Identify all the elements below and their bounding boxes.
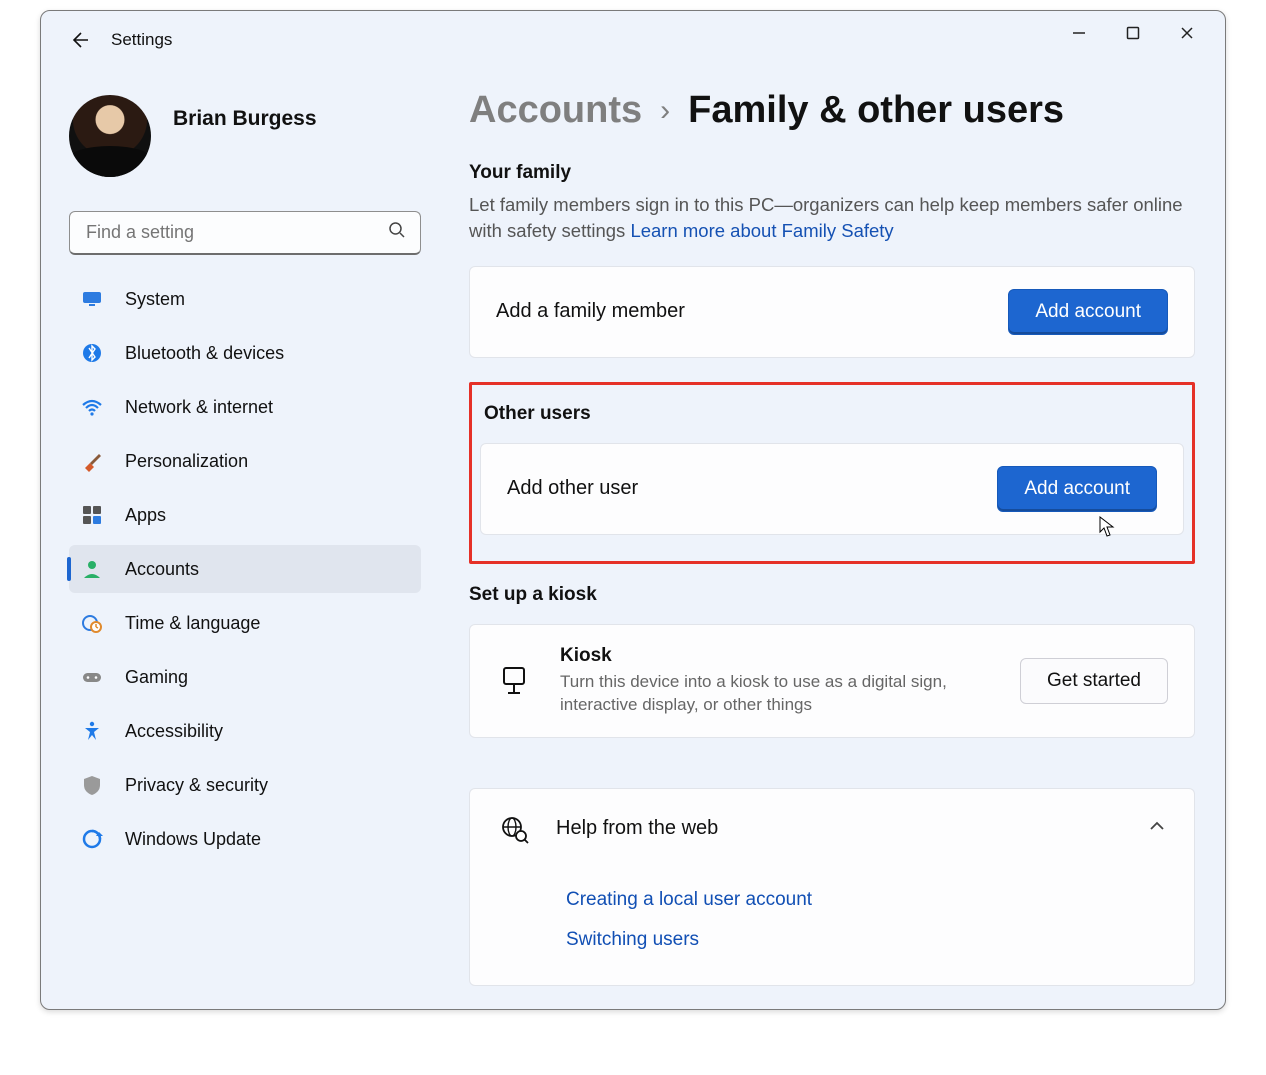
nav-gaming[interactable]: Gaming	[69, 653, 421, 701]
nav-accounts[interactable]: Accounts	[69, 545, 421, 593]
help-title: Help from the web	[556, 817, 718, 840]
kiosk-card: Kiosk Turn this device into a kiosk to u…	[469, 624, 1195, 738]
nav-label: Apps	[125, 505, 166, 526]
app-header: Settings	[41, 11, 1225, 55]
maximize-button[interactable]	[1123, 23, 1143, 43]
your-family-heading: Your family	[469, 162, 1195, 184]
nav-system[interactable]: System	[69, 275, 421, 323]
kiosk-title: Kiosk	[560, 645, 960, 667]
other-users-section-highlight: Other users Add other user Add account	[469, 382, 1195, 564]
family-safety-link[interactable]: Learn more about Family Safety	[630, 220, 893, 241]
breadcrumb-parent[interactable]: Accounts	[469, 89, 642, 132]
nav-label: Personalization	[125, 451, 248, 472]
other-users-heading: Other users	[480, 403, 1184, 425]
accessibility-icon	[81, 720, 103, 742]
main-panel: Accounts › Family & other users Your fam…	[441, 75, 1225, 1009]
shield-icon	[81, 774, 103, 796]
close-button[interactable]	[1177, 23, 1197, 43]
help-link-local-user[interactable]: Creating a local user account	[566, 889, 1166, 911]
person-icon	[81, 558, 103, 580]
search-input[interactable]	[84, 221, 388, 244]
add-other-account-button[interactable]: Add account	[997, 466, 1157, 512]
kiosk-get-started-button[interactable]: Get started	[1020, 658, 1168, 704]
user-name: Brian Burgess	[173, 95, 317, 131]
nav-personalization[interactable]: Personalization	[69, 437, 421, 485]
nav-label: Network & internet	[125, 397, 273, 418]
add-other-user-card: Add other user Add account	[480, 443, 1184, 535]
kiosk-icon	[496, 663, 532, 699]
search-box[interactable]	[69, 211, 421, 255]
help-link-switching-users[interactable]: Switching users	[566, 929, 1166, 951]
add-other-user-label: Add other user	[507, 477, 638, 500]
app-title: Settings	[111, 30, 172, 50]
window-caption-buttons	[1069, 11, 1225, 55]
bluetooth-icon	[81, 342, 103, 364]
add-family-member-card: Add a family member Add account	[469, 266, 1195, 358]
add-family-member-label: Add a family member	[496, 300, 685, 323]
nav-privacy[interactable]: Privacy & security	[69, 761, 421, 809]
gamepad-icon	[81, 666, 103, 688]
help-from-web-card: Help from the web Creating a local user …	[469, 788, 1195, 986]
update-icon	[81, 828, 103, 850]
settings-window: Settings Brian Burgess	[40, 10, 1226, 1010]
kiosk-description: Turn this device into a kiosk to use as …	[560, 671, 960, 717]
nav-accessibility[interactable]: Accessibility	[69, 707, 421, 755]
add-family-account-button[interactable]: Add account	[1008, 289, 1168, 335]
nav-label: Windows Update	[125, 829, 261, 850]
search-icon	[388, 221, 406, 244]
avatar	[69, 95, 151, 177]
paintbrush-icon	[81, 450, 103, 472]
cursor-icon	[1099, 516, 1117, 538]
nav-label: Privacy & security	[125, 775, 268, 796]
breadcrumb-current: Family & other users	[688, 89, 1064, 132]
chevron-up-icon[interactable]	[1148, 817, 1166, 840]
nav-bluetooth[interactable]: Bluetooth & devices	[69, 329, 421, 377]
clock-globe-icon	[81, 612, 103, 634]
chevron-right-icon: ›	[660, 94, 670, 128]
sidebar: Brian Burgess System	[41, 75, 441, 1009]
nav-label: System	[125, 289, 185, 310]
back-button[interactable]	[63, 24, 95, 56]
wifi-icon	[81, 396, 103, 418]
nav-label: Gaming	[125, 667, 188, 688]
nav-network[interactable]: Network & internet	[69, 383, 421, 431]
nav-label: Time & language	[125, 613, 260, 634]
user-block[interactable]: Brian Burgess	[63, 87, 427, 185]
nav-list: System Bluetooth & devices Network & int…	[63, 275, 427, 863]
help-links: Creating a local user account Switching …	[566, 889, 1166, 951]
nav-time[interactable]: Time & language	[69, 599, 421, 647]
nav-label: Bluetooth & devices	[125, 343, 284, 364]
monitor-icon	[81, 288, 103, 310]
nav-label: Accounts	[125, 559, 199, 580]
minimize-button[interactable]	[1069, 23, 1089, 43]
nav-label: Accessibility	[125, 721, 223, 742]
nav-update[interactable]: Windows Update	[69, 815, 421, 863]
your-family-description: Let family members sign in to this PC—or…	[469, 192, 1195, 244]
globe-search-icon	[498, 813, 530, 845]
apps-icon	[81, 504, 103, 526]
breadcrumb: Accounts › Family & other users	[469, 81, 1195, 132]
kiosk-heading: Set up a kiosk	[469, 584, 1195, 606]
nav-apps[interactable]: Apps	[69, 491, 421, 539]
